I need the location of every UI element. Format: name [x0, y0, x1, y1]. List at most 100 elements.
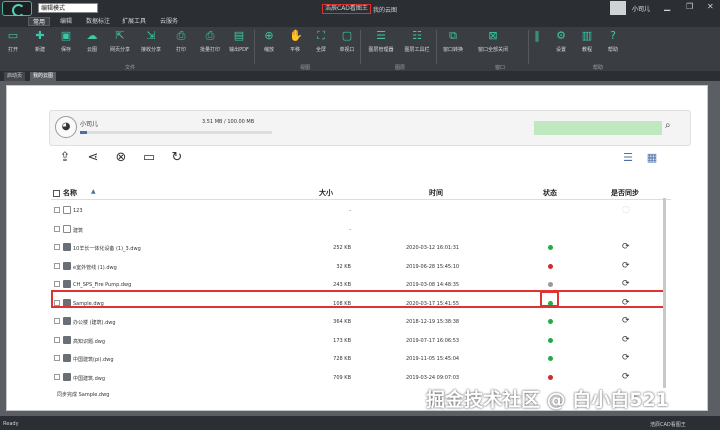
layer-toolbar-button[interactable]: ☷ 图层工具栏 — [400, 30, 434, 54]
tab-my-cloud[interactable]: 我的云图 — [30, 72, 57, 81]
sync-icon[interactable]: ⟳ — [622, 335, 630, 345]
table-row[interactable]: 建筑 - — [51, 221, 661, 239]
cloud-button[interactable]: ☁ 云图 — [79, 30, 105, 54]
grid-view-icon[interactable]: ▦ — [645, 151, 659, 165]
table-row[interactable]: 10羊长一体化设备 (1)_3.dwg 252 KB 2020-03-12 16:0… — [51, 239, 661, 257]
tab-edit[interactable]: 编辑 — [56, 17, 76, 26]
file-name[interactable]: e室外管线 (1).dwg — [73, 264, 117, 271]
single-viewport-button[interactable]: ▢ 单视口 — [334, 30, 360, 54]
layer-manager-button[interactable]: ☰ 图层管理器 — [364, 30, 398, 54]
search-input[interactable] — [534, 121, 662, 135]
close-icon[interactable]: ✕ — [707, 2, 714, 12]
file-name[interactable]: 中国建筑(pi).dwg — [73, 356, 114, 363]
print-button[interactable]: ⎙ 打印 — [168, 29, 194, 54]
highlight-row-box — [51, 290, 665, 308]
file-name[interactable]: 办公楼 (建筑).dwg — [73, 319, 116, 326]
avatar-icon[interactable]: ◕ — [55, 116, 77, 138]
sort-asc-icon[interactable]: ▲ — [91, 188, 96, 195]
tab-cloud[interactable]: 云服务 — [156, 17, 182, 26]
export-pdf-button[interactable]: ▤ 输出PDF — [226, 30, 252, 54]
web-share-button[interactable]: ⇱ 网页分享 — [107, 30, 133, 54]
refresh-icon[interactable]: ↻ — [169, 150, 185, 166]
table-row[interactable]: e室外管线 (1).dwg 32 KB 2019-06-28 15:45:10 ⟳ — [51, 258, 661, 276]
tab-annotation[interactable]: 数据标注 — [82, 17, 114, 26]
batch-print-button[interactable]: ⎙ 批量打印 — [197, 30, 223, 54]
new-button[interactable]: ✚ 新建 — [27, 30, 53, 54]
fullscreen-button[interactable]: ⛶ 全屏 — [308, 30, 334, 54]
zoom-button[interactable]: ⊕ 缩放 — [256, 30, 282, 54]
search-icon[interactable]: ⌕ — [665, 120, 671, 131]
file-name[interactable]: CH_SPS_Fire Pump.dwg — [73, 282, 131, 288]
maximize-icon[interactable]: ❐ — [686, 2, 693, 12]
dwg-file-icon — [63, 243, 71, 251]
mode-select[interactable]: 编辑模式 — [38, 3, 98, 13]
status-dot — [548, 356, 553, 361]
row-checkbox[interactable] — [54, 244, 60, 250]
row-checkbox[interactable] — [54, 281, 60, 287]
cloud-drive-content: ◕ 小司儿 3.51 MB / 100.00 MB ⌕ ⇪ ⋖ ⊗ ▭ ↻ ☰ … — [6, 85, 708, 411]
header-time[interactable]: 时间 — [429, 188, 443, 198]
avatar[interactable] — [610, 1, 626, 15]
tab-start-page[interactable]: 启动页 — [4, 72, 26, 81]
status-ready: Ready — [3, 421, 19, 427]
sync-icon[interactable]: ⟳ — [622, 372, 630, 382]
settings-button[interactable]: ⚙ 设置 — [548, 30, 574, 54]
table-row[interactable]: 中国建筑.dwg 709 KB 2019-03-24 09:07:03 ⟳ — [51, 369, 661, 387]
header-size[interactable]: 大小 — [319, 188, 333, 198]
row-checkbox[interactable] — [54, 373, 60, 380]
open-button[interactable]: ▭ 打开 — [0, 30, 26, 54]
tutorial-button[interactable]: ▥ 教程 — [574, 30, 600, 54]
ribbon-group-help: 帮助 — [592, 65, 603, 71]
sync-icon[interactable]: ⟳ — [622, 261, 630, 271]
row-checkbox[interactable] — [54, 336, 60, 343]
table-row[interactable]: 123 - ◌ — [51, 202, 661, 220]
help-button[interactable]: ? 帮助 — [600, 30, 626, 54]
file-date: 2020-03-12 16:01:31 — [406, 245, 460, 251]
file-name[interactable]: 123 — [73, 208, 83, 214]
list-view-icon[interactable]: ☰ — [621, 151, 635, 165]
delete-icon[interactable]: ⊗ — [113, 150, 129, 166]
save-button[interactable]: ▣ 保存 — [53, 29, 79, 54]
pause-icon[interactable]: ‖ — [532, 30, 542, 46]
share-icon[interactable]: ⋖ — [85, 150, 101, 166]
sync-icon[interactable]: ⟳ — [622, 279, 630, 289]
save-icon: ▣ — [60, 29, 72, 42]
sync-icon[interactable]: ◌ — [622, 205, 630, 215]
row-checkbox[interactable] — [54, 318, 60, 324]
username: 小司儿 — [632, 6, 651, 13]
row-checkbox[interactable] — [54, 262, 60, 269]
select-all-checkbox[interactable] — [53, 190, 60, 197]
dwg-file-icon — [63, 372, 71, 381]
tab-extensions[interactable]: 扩展工具 — [118, 17, 150, 26]
close-all-windows-button[interactable]: ⊠ 窗口全部关闭 — [470, 30, 516, 54]
row-checkbox[interactable] — [54, 225, 60, 232]
status-dot — [548, 263, 553, 269]
new-folder-icon[interactable]: ▭ — [141, 150, 157, 166]
app-logo[interactable] — [2, 1, 32, 17]
storage-bar — [80, 131, 272, 134]
file-name[interactable]: 高知识题.dwg — [73, 338, 105, 345]
table-row[interactable]: 办公楼 (建筑).dwg 364 KB 2018-12-19 15:38:38 ⟳ — [51, 313, 661, 331]
row-checkbox[interactable] — [54, 207, 60, 213]
minimize-icon[interactable]: ▁ — [664, 2, 670, 12]
header-name[interactable]: 名称 — [63, 188, 77, 198]
file-name[interactable]: 中国建筑.dwg — [73, 375, 105, 382]
sync-icon[interactable]: ⟳ — [622, 242, 630, 252]
status-dot — [548, 374, 553, 380]
file-name[interactable]: 建筑 — [73, 227, 83, 234]
table-row[interactable]: 中国建筑(pi).dwg 728 KB 2019-11-05 15:45:04 ⟳ — [51, 350, 661, 368]
upload-icon[interactable]: ⇪ — [57, 150, 73, 166]
file-name[interactable]: 10羊长一体化设备 (1)_3.dwg — [73, 245, 141, 252]
row-checkbox[interactable] — [54, 355, 60, 361]
sync-icon[interactable]: ⟳ — [622, 316, 630, 326]
scrollbar[interactable] — [663, 198, 666, 388]
sync-icon[interactable]: ⟳ — [622, 353, 630, 363]
status-dot — [548, 337, 553, 343]
receive-share-button[interactable]: ⇲ 接收分享 — [138, 30, 164, 54]
printer-icon: ⎙ — [176, 29, 186, 42]
table-row[interactable]: 高知识题.dwg 173 KB 2019-07-17 16:06:53 ⟳ — [51, 332, 661, 350]
window-switch-button[interactable]: ⧉ 窗口转换 — [438, 30, 468, 54]
file-size: 32 KB — [336, 263, 351, 270]
pan-button[interactable]: ✋ 平移 — [282, 30, 308, 54]
tab-home[interactable]: 常用 — [28, 17, 51, 26]
